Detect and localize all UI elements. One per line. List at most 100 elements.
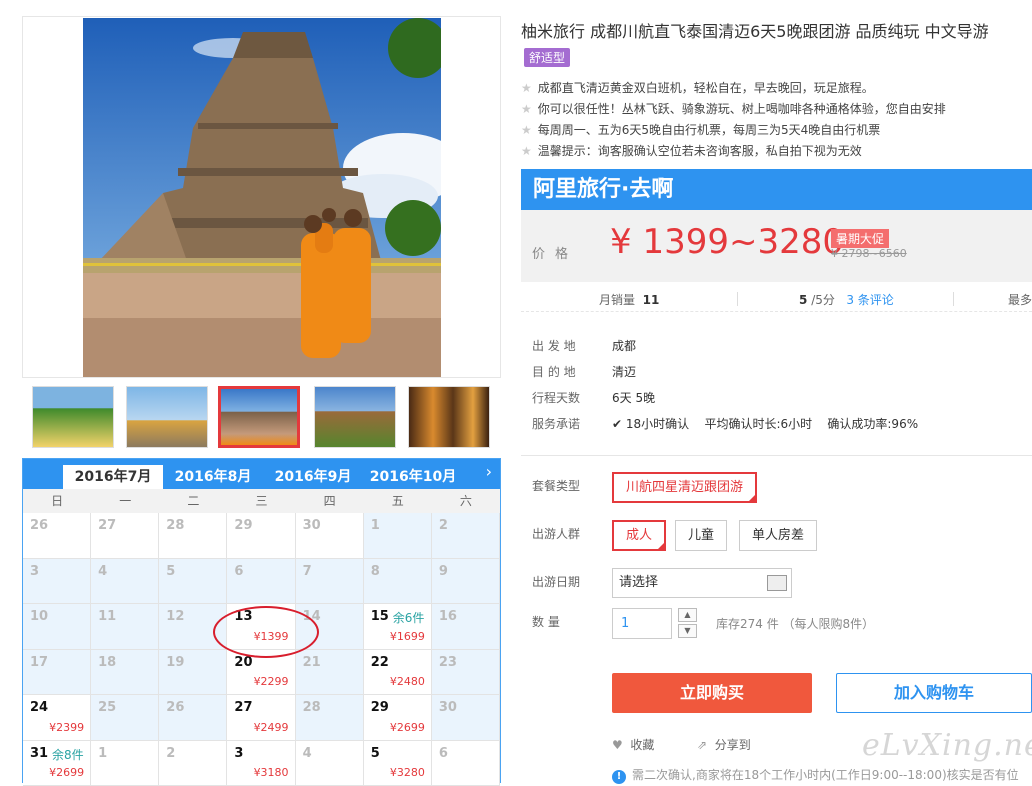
calendar-day-cell: 5 (159, 559, 227, 605)
calendar-day-cell[interactable]: 3 ¥3180 (227, 741, 295, 786)
calendar-day-cell: 1 (91, 741, 159, 786)
calendar-day-cell: 4 (91, 559, 159, 605)
date-label: 出游日期 (532, 573, 580, 590)
calendar-day-cell: 18 (91, 650, 159, 696)
feature-text: 每周周一、五为6天5晚自由行机票，每周三为5天4晚自由行机票 (538, 123, 881, 137)
calendar-day-cell[interactable]: 24¥2399 (23, 695, 91, 741)
people-label: 出游人群 (532, 525, 580, 542)
share-button[interactable]: ⇗ 分享到 (697, 736, 751, 753)
day-price: ¥3180 (254, 766, 289, 779)
calendar-day-cell: 2 (432, 513, 500, 559)
add-to-cart-button[interactable]: 加入购物车 (836, 673, 1032, 713)
info-icon: ! (612, 770, 626, 784)
calendar-day-cell: 7 (296, 559, 364, 605)
alitrip-brand-banner: 阿里旅行·去啊 (521, 169, 1032, 210)
calendar-week-row: 262728293012 (23, 513, 500, 559)
day-number: 10 (30, 609, 48, 624)
thumbnail-1[interactable] (32, 386, 114, 448)
day-number: 15 (371, 609, 389, 624)
day-number: 2 (439, 518, 448, 533)
day-number: 30 (439, 700, 457, 715)
day-number: 26 (166, 700, 184, 715)
thumbnail-5[interactable] (408, 386, 490, 448)
original-price: ¥ 2798~6560 (831, 247, 907, 260)
day-number: 18 (98, 655, 116, 670)
calendar-icon[interactable] (767, 575, 787, 591)
favorite-button[interactable]: ♥ 收藏 (612, 736, 654, 753)
day-number: 3 (234, 746, 243, 761)
calendar-day-cell: 9 (432, 559, 500, 605)
calendar-day-cell: 4 (296, 741, 364, 786)
calendar-day-cell: 29 (227, 513, 295, 559)
check-icon: ✔ (612, 417, 622, 431)
star-icon: ★ (521, 123, 532, 137)
calendar-day-cell[interactable]: 5¥3280 (364, 741, 432, 786)
calendar-day-cell[interactable]: 22¥2480 (364, 650, 432, 696)
day-price: ¥1699 (390, 630, 425, 643)
day-price: ¥3280 (390, 766, 425, 779)
chevron-right-icon[interactable]: › (486, 462, 492, 481)
buy-now-button[interactable]: 立即购买 (612, 673, 812, 713)
price-label: 价格 (532, 243, 578, 262)
calendar-day-cell[interactable]: 27¥2499 (227, 695, 295, 741)
site-watermark: eLvXing.net (862, 728, 1032, 763)
calendar-day-cell: 6 (227, 559, 295, 605)
people-option-single-room[interactable]: 单人房差 (739, 520, 817, 551)
calendar-day-cell[interactable]: 29¥2699 (364, 695, 432, 741)
month-tab-2[interactable]: 2016年8月 (163, 465, 263, 489)
day-number: 21 (303, 655, 321, 670)
calendar-day-cell[interactable]: 15 余6件 ¥1699 (364, 604, 432, 650)
stats-more: 最多 (1008, 291, 1032, 308)
weekday-label: 三 (227, 489, 295, 513)
day-number: 19 (166, 655, 184, 670)
calendar-month-tabs: 2016年7月 2016年8月 2016年9月 2016年10月 › (23, 459, 500, 489)
day-number: 6 (439, 746, 448, 761)
calendar-weekday-header: 日 一 二 三 四 五 六 (23, 489, 500, 513)
calendar-day-cell: 30 (296, 513, 364, 559)
detail-value: 清迈 (612, 363, 636, 380)
day-number: 12 (166, 609, 184, 624)
confirmation-notice: !需二次确认,商家将在18个工作小时内(工作日9:00--18:00)核实是否有… (612, 766, 1019, 784)
day-price: ¥2399 (49, 721, 84, 734)
sales-stats-bar: 月销量 11 5 /5分 3 条评论 最多 (521, 288, 1032, 312)
day-number: 4 (98, 564, 107, 579)
weekday-label: 一 (91, 489, 159, 513)
star-icon: ★ (521, 102, 532, 116)
people-option-child[interactable]: 儿童 (675, 520, 727, 551)
feature-text: 温馨提示：询客服确认空位若未咨询客服，私自拍下视为无效 (538, 144, 862, 158)
quantity-increase-icon[interactable]: ▲ (678, 608, 697, 622)
feature-text: 成都直飞清迈黄金双白班机，轻松自在，早去晚回，玩足旅程。 (538, 81, 874, 95)
day-number: 5 (166, 564, 175, 579)
calendar-day-cell: 23 (432, 650, 500, 696)
heart-icon: ♥ (612, 738, 623, 752)
calendar-day-cell: 30 (432, 695, 500, 741)
day-number: 28 (166, 518, 184, 533)
people-option-adult[interactable]: 成人 (612, 520, 666, 551)
travel-date-input[interactable]: 请选择 (612, 568, 792, 598)
month-tab-3[interactable]: 2016年9月 (263, 465, 363, 489)
promo-badge: 暑期大促 (831, 229, 889, 248)
price-range: ¥ 1399~3280 (610, 222, 844, 262)
calendar-day-cell: 19 (159, 650, 227, 696)
weekday-label: 六 (432, 489, 500, 513)
feature-item: ★ 你可以很任性！丛林飞跃、骑象游玩、树上喝咖啡各种通格体验，您自由安排 (521, 100, 946, 117)
quantity-input[interactable]: 1 (612, 608, 672, 639)
thumbnail-4[interactable] (314, 386, 396, 448)
package-option-selected[interactable]: 川航四星清迈跟团游 (612, 472, 757, 503)
quantity-decrease-icon[interactable]: ▼ (678, 624, 697, 638)
calendar-day-cell[interactable]: 31余8件¥2699 (23, 741, 91, 786)
weekday-label: 二 (159, 489, 227, 513)
day-stock: 余6件 (393, 609, 425, 626)
thumbnail-2[interactable] (126, 386, 208, 448)
detail-value: 成都 (612, 337, 636, 354)
weekday-label: 日 (23, 489, 91, 513)
calendar-day-cell: 25 (91, 695, 159, 741)
weekday-label: 五 (364, 489, 432, 513)
day-number: 30 (303, 518, 321, 533)
reviews-link[interactable]: 3 条评论 (846, 293, 893, 307)
feature-text: 你可以很任性！丛林飞跃、骑象游玩、树上喝咖啡各种通格体验，您自由安排 (538, 102, 946, 116)
thumbnail-3-selected[interactable] (218, 386, 300, 448)
month-tab-1[interactable]: 2016年7月 (63, 465, 163, 489)
calendar-week-row: 31余8件¥2699123¥318045¥32806 (23, 741, 500, 786)
month-tab-4[interactable]: 2016年10月 (363, 465, 463, 489)
